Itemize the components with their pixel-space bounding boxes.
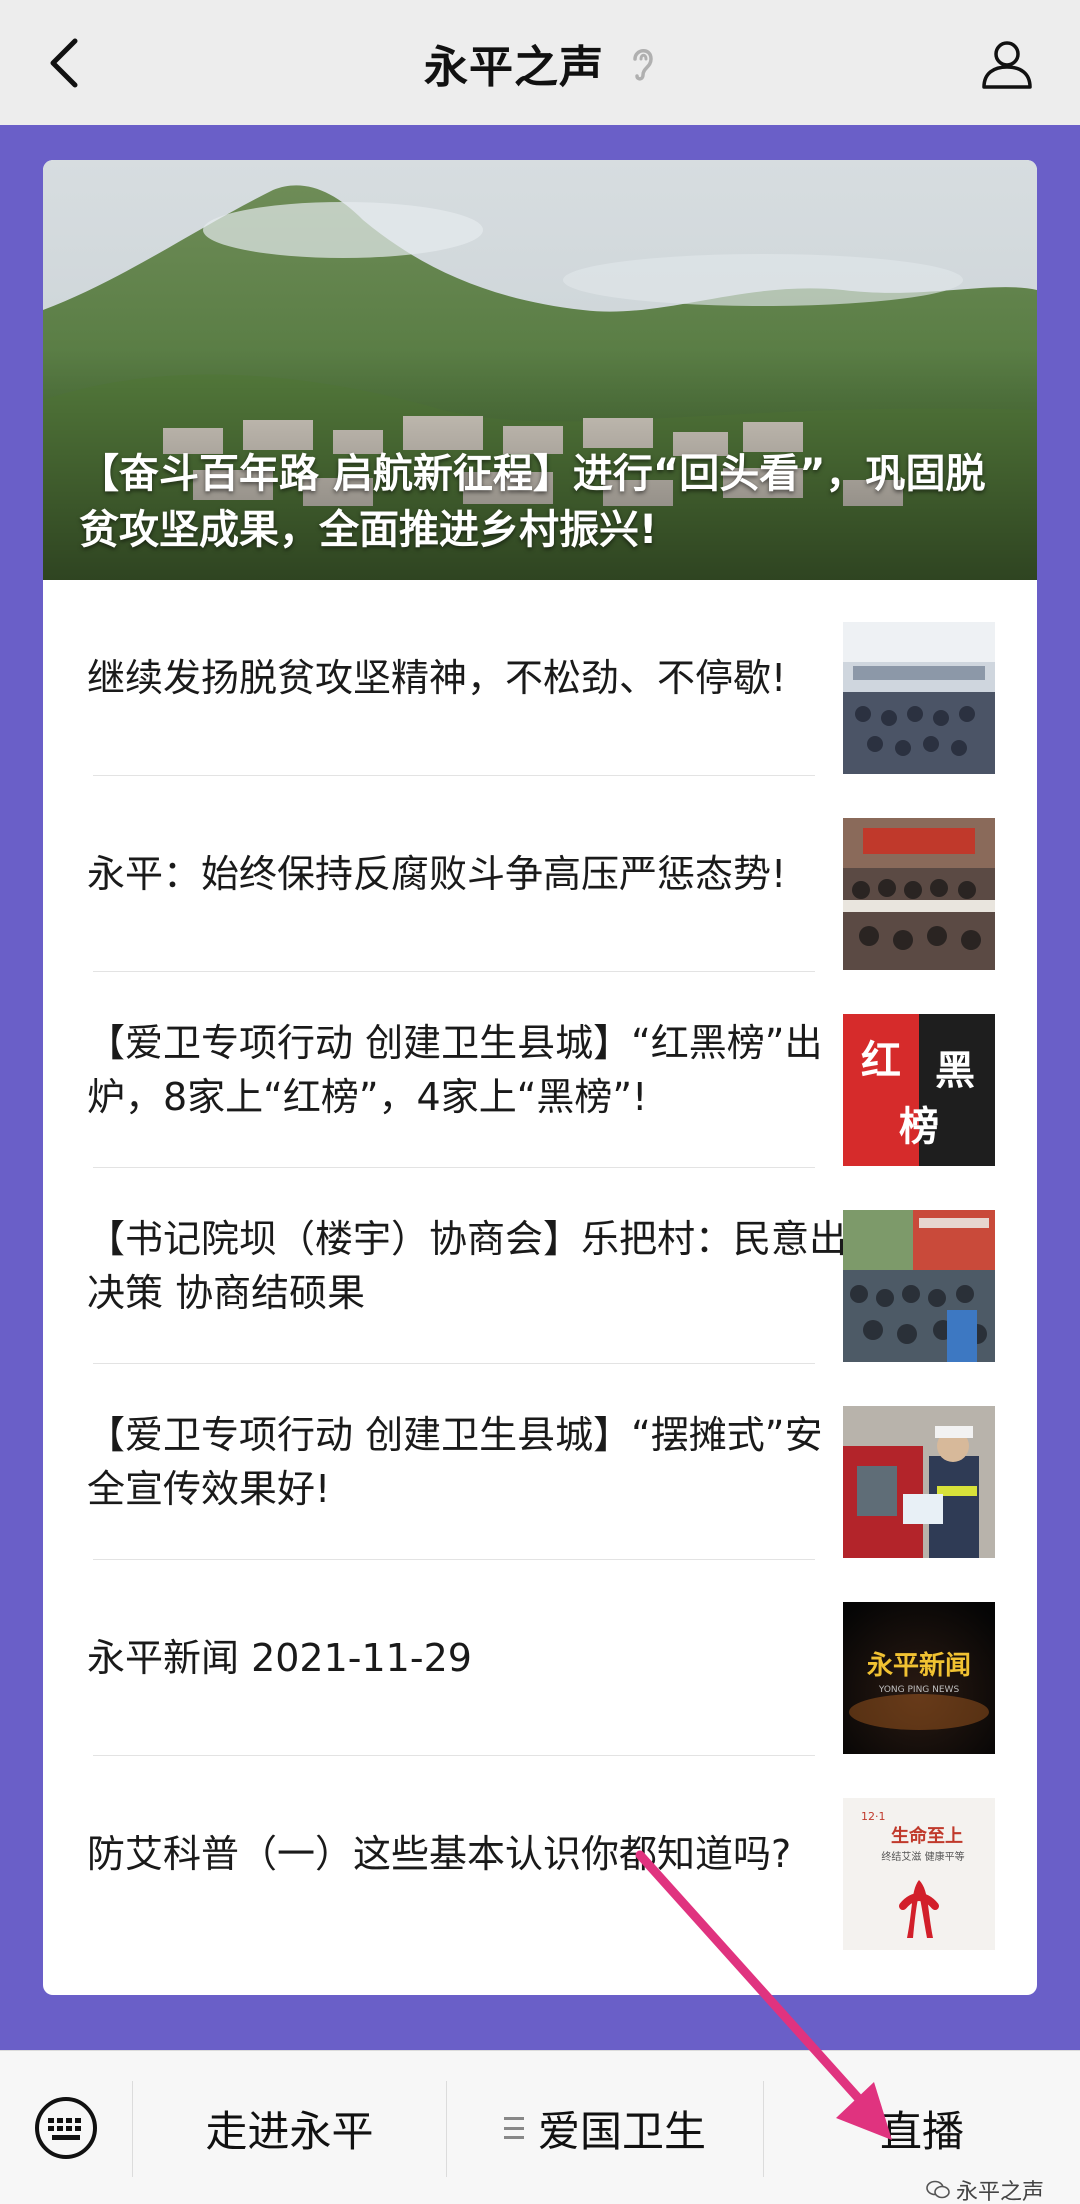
thumb-text-list: 榜	[899, 1104, 939, 1150]
watermark: 永平之声	[926, 2178, 1044, 2204]
thumb-text-news: 永平新闻	[867, 1650, 971, 1681]
thumb-text-subslogan: 终结艾滋 健康平等	[881, 1850, 964, 1863]
article-thumbnail	[843, 1210, 995, 1362]
article-thumbnail	[843, 818, 995, 970]
list-item[interactable]: 【书记院坝（楼宇）协商会】乐把村：民意出决策 协商结硕果	[43, 1168, 1037, 1364]
user-icon	[982, 41, 1032, 89]
article-title: 【爱卫专项行动 创建卫生县城】“红黑榜”出炉，8家上“红榜”，4家上“黑榜”!	[87, 1021, 823, 1119]
article-thumbnail: 红 黑 榜	[843, 1014, 995, 1166]
article-thumbnail: 12·1 生命至上 终结艾滋 健康平等	[843, 1798, 995, 1950]
thumb-text-news-en: YONG PING NEWS	[878, 1685, 960, 1695]
menu-item-aiguo-weisheng[interactable]: 爱国卫生	[447, 2051, 763, 2204]
profile-button[interactable]	[972, 28, 1042, 98]
thumb-text-red: 红	[861, 1038, 901, 1084]
article-thumbnail: 永平新闻 YONG PING NEWS	[843, 1602, 995, 1754]
hero-article[interactable]: 【奋斗百年路 启航新征程】进行“回头看”，巩固脱贫攻坚成果，全面推进乡村振兴!	[43, 160, 1037, 580]
thumb-text-date: 12·1	[861, 1810, 886, 1823]
list-item[interactable]: 继续发扬脱贫攻坚精神，不松劲、不停歇!	[43, 580, 1037, 776]
article-title: 继续发扬脱贫攻坚精神，不松劲、不停歇!	[87, 656, 787, 700]
menu-item-label: 走进永平	[205, 2106, 374, 2156]
watermark-text: 永平之声	[955, 2180, 1044, 2204]
list-item[interactable]: 永平新闻 2021-11-29 永平新闻 YONG PING NEWS	[43, 1560, 1037, 1756]
keyboard-icon	[35, 2097, 97, 2159]
thumb-text-slogan: 生命至上	[891, 1825, 963, 1847]
chevron-left-icon	[50, 38, 78, 88]
keyboard-toggle-button[interactable]	[30, 2097, 102, 2159]
article-title: 【爱卫专项行动 创建卫生县城】“摆摊式”安全宣传效果好!	[87, 1413, 823, 1511]
hero-title: 【奋斗百年路 启航新征程】进行“回头看”，巩固脱贫攻坚成果，全面推进乡村振兴!	[79, 451, 986, 553]
article-title: 防艾科普（一）这些基本认识你都知道吗?	[87, 1832, 792, 1876]
back-button[interactable]	[30, 28, 100, 98]
list-item[interactable]: 【爱卫专项行动 创建卫生县城】“红黑榜”出炉，8家上“红榜”，4家上“黑榜”! …	[43, 972, 1037, 1168]
wechat-icon	[926, 2180, 950, 2200]
list-item[interactable]: 永平：始终保持反腐败斗争高压严惩态势!	[43, 776, 1037, 972]
menu-item-label: 直播	[879, 2106, 964, 2156]
bottom-menu-bar: 走进永平 爱国卫生 直播	[0, 2050, 1080, 2204]
ear-icon	[630, 43, 656, 83]
article-title: 永平新闻 2021-11-29	[87, 1636, 472, 1680]
thumb-text-black: 黑	[935, 1048, 975, 1094]
article-thumbnail	[843, 622, 995, 774]
menu-item-label: 爱国卫生	[537, 2106, 706, 2156]
submenu-icon	[503, 2117, 524, 2139]
article-thumbnail	[843, 1406, 995, 1558]
list-item[interactable]: 防艾科普（一）这些基本认识你都知道吗? 12·1 生命至上 终结艾滋 健康平等	[43, 1756, 1037, 1952]
top-nav-bar: 永平之声	[0, 0, 1080, 125]
article-title: 永平：始终保持反腐败斗争高压严惩态势!	[87, 852, 787, 896]
article-card: 【奋斗百年路 启航新征程】进行“回头看”，巩固脱贫攻坚成果，全面推进乡村振兴! …	[43, 160, 1037, 1995]
article-title: 【书记院坝（楼宇）协商会】乐把村：民意出决策 协商结硕果	[87, 1217, 848, 1315]
article-list: 继续发扬脱贫攻坚精神，不松劲、不停歇! 永平：始终保持反腐败斗争高压严惩态势!	[43, 580, 1037, 1952]
page-title: 永平之声	[424, 41, 604, 93]
menu-item-zoujin-yongping[interactable]: 走进永平	[133, 2051, 446, 2204]
list-item[interactable]: 【爱卫专项行动 创建卫生县城】“摆摊式”安全宣传效果好!	[43, 1364, 1037, 1560]
